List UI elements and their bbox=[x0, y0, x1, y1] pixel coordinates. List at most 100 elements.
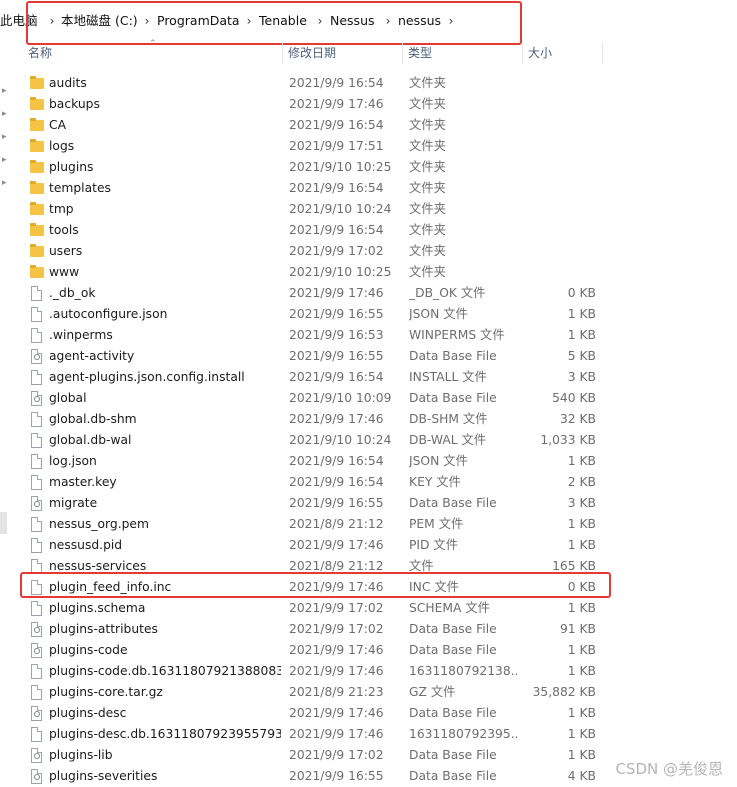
breadcrumb-separator-icon[interactable] bbox=[143, 12, 151, 30]
file-size: 1,033 KB bbox=[540, 433, 596, 447]
file-size: 91 KB bbox=[559, 622, 596, 636]
file-row[interactable]: users 2021/9/9 17:02 文件夹 bbox=[22, 241, 737, 262]
file-modified: 2021/9/9 17:46 bbox=[289, 727, 384, 741]
file-row[interactable]: backups 2021/9/9 17:46 文件夹 bbox=[22, 94, 737, 115]
file-name: plugins.schema bbox=[49, 601, 146, 615]
file-row[interactable]: global.db-shm 2021/9/9 17:46 DB-SHM 文件 32 K… bbox=[22, 409, 737, 430]
file-row[interactable]: CA 2021/9/9 16:54 文件夹 bbox=[22, 115, 737, 136]
breadcrumb-nessus-parent[interactable]: Nessus bbox=[330, 12, 375, 30]
breadcrumb-tenable[interactable]: Tenable bbox=[259, 12, 307, 30]
breadcrumb-programdata[interactable]: ProgramData bbox=[157, 12, 240, 30]
file-row[interactable]: plugins-code.db.16311807921388083... 2021… bbox=[22, 661, 737, 682]
breadcrumb-local-disk[interactable]: 本地磁盘 (C:) bbox=[61, 12, 138, 30]
file-row[interactable]: .autoconfigure.json 2021/9/9 16:55 JSON 文件… bbox=[22, 304, 737, 325]
file-modified: 2021/9/9 17:46 bbox=[289, 643, 384, 657]
file-type: 文件夹 bbox=[409, 202, 446, 216]
file-modified: 2021/9/9 16:54 bbox=[289, 181, 384, 195]
expand-chevron-icon[interactable]: ▸ bbox=[2, 179, 8, 188]
file-row[interactable]: logs 2021/9/9 17:51 文件夹 bbox=[22, 136, 737, 157]
file-row[interactable]: migrate 2021/9/9 16:55 Data Base File 3 KB bbox=[22, 493, 737, 514]
file-name: master.key bbox=[49, 475, 117, 489]
breadcrumb-this-pc[interactable]: 此电脑 bbox=[0, 12, 38, 30]
nav-scrollbar[interactable] bbox=[0, 512, 7, 534]
file-size bbox=[522, 178, 596, 199]
file-row[interactable]: templates 2021/9/9 16:54 文件夹 bbox=[22, 178, 737, 199]
expand-chevron-icon[interactable]: ▸ bbox=[2, 156, 8, 165]
column-size[interactable]: 大小 bbox=[522, 42, 602, 64]
file-row[interactable]: agent-activity 2021/9/9 16:55 Data Base Fi… bbox=[22, 346, 737, 367]
file-icon bbox=[30, 328, 44, 343]
file-row[interactable]: plugins-core.tar.gz 2021/8/9 21:23 GZ 文件 35… bbox=[22, 682, 737, 703]
file-type: DB-SHM 文件 bbox=[409, 412, 488, 426]
folder-icon bbox=[30, 223, 44, 238]
file-row[interactable]: plugins-code 2021/9/9 17:46 Data Base File… bbox=[22, 640, 737, 661]
file-modified: 2021/9/9 16:55 bbox=[289, 307, 384, 321]
file-size bbox=[522, 220, 596, 241]
column-modified[interactable]: 修改日期 bbox=[282, 42, 402, 64]
expand-chevron-icon[interactable]: ▸ bbox=[2, 110, 8, 119]
file-row[interactable]: plugins.schema 2021/9/9 17:02 SCHEMA 文件 1 K… bbox=[22, 598, 737, 619]
file-row[interactable]: nessus_org.pem 2021/8/9 21:12 PEM 文件 1 KB bbox=[22, 514, 737, 535]
folder-icon bbox=[30, 202, 44, 217]
file-row[interactable]: global 2021/9/10 10:09 Data Base File 540 K… bbox=[22, 388, 737, 409]
file-name: tmp bbox=[49, 202, 74, 216]
file-icon bbox=[30, 727, 44, 742]
file-row[interactable]: plugins 2021/9/10 10:25 文件夹 bbox=[22, 157, 737, 178]
file-modified: 2021/9/9 17:46 bbox=[289, 706, 384, 720]
breadcrumb-separator-icon[interactable] bbox=[316, 12, 324, 30]
column-name[interactable]: 名称 bbox=[22, 42, 282, 64]
file-type: 文件 bbox=[409, 559, 434, 573]
file-size: 1 KB bbox=[567, 643, 596, 657]
breadcrumb-nessus-current[interactable]: nessus bbox=[398, 12, 441, 30]
file-row[interactable]: audits 2021/9/9 16:54 文件夹 bbox=[22, 73, 737, 94]
file-name: logs bbox=[49, 139, 75, 153]
file-size bbox=[522, 94, 596, 115]
file-name: www bbox=[49, 265, 80, 279]
file-row[interactable]: tmp 2021/9/10 10:24 文件夹 bbox=[22, 199, 737, 220]
file-type: INSTALL 文件 bbox=[409, 370, 487, 384]
file-row[interactable]: plugin_feed_info.inc 2021/9/9 17:46 INC 文件… bbox=[22, 577, 737, 598]
file-type: PEM 文件 bbox=[409, 517, 464, 531]
column-header: ⌃ 名称 修改日期 类型 大小 bbox=[22, 39, 737, 64]
file-row[interactable]: plugins-desc.db.16311807923955793... 2021… bbox=[22, 724, 737, 745]
file-size: 1 KB bbox=[567, 601, 596, 615]
breadcrumb-separator-icon[interactable] bbox=[447, 12, 455, 30]
file-row[interactable]: nessus-services 2021/8/9 21:12 文件 165 KB bbox=[22, 556, 737, 577]
file-row[interactable]: .winperms 2021/9/9 16:53 WINPERMS 文件 1 KB bbox=[22, 325, 737, 346]
address-bar[interactable]: 此电脑 本地磁盘 (C:) ProgramData Tenable Nessus… bbox=[0, 0, 737, 40]
breadcrumb-separator-icon[interactable] bbox=[48, 12, 56, 30]
file-icon bbox=[30, 601, 44, 616]
file-row[interactable]: master.key 2021/9/9 16:54 KEY 文件 2 KB bbox=[22, 472, 737, 493]
file-row[interactable]: plugins-desc 2021/9/9 17:46 Data Base File… bbox=[22, 703, 737, 724]
file-modified: 2021/9/10 10:24 bbox=[289, 202, 392, 216]
file-modified: 2021/9/9 16:55 bbox=[289, 769, 384, 783]
file-row[interactable]: www 2021/9/10 10:25 文件夹 bbox=[22, 262, 737, 283]
file-row[interactable]: agent-plugins.json.config.install 2021/9/… bbox=[22, 367, 737, 388]
file-size bbox=[522, 241, 596, 262]
file-size bbox=[522, 157, 596, 178]
file-row[interactable]: tools 2021/9/9 16:54 文件夹 bbox=[22, 220, 737, 241]
file-type: INC 文件 bbox=[409, 580, 459, 594]
expand-chevron-icon[interactable]: ▸ bbox=[2, 87, 8, 96]
file-name: nessusd.pid bbox=[49, 538, 123, 552]
file-type: Data Base File bbox=[409, 391, 497, 405]
file-type: 文件夹 bbox=[409, 76, 446, 90]
file-row[interactable]: nessusd.pid 2021/9/9 17:46 PID 文件 1 KB bbox=[22, 535, 737, 556]
file-row[interactable]: log.json 2021/9/9 16:54 JSON 文件 1 KB bbox=[22, 451, 737, 472]
file-row[interactable]: global.db-wal 2021/9/10 10:24 DB-WAL 文件 1,0… bbox=[22, 430, 737, 451]
column-divider[interactable] bbox=[602, 42, 603, 64]
folder-icon bbox=[30, 244, 44, 259]
file-modified: 2021/8/9 21:23 bbox=[289, 685, 384, 699]
file-name: global bbox=[49, 391, 87, 405]
file-size: 1 KB bbox=[567, 727, 596, 741]
breadcrumb-separator-icon[interactable] bbox=[245, 12, 253, 30]
file-name: nessus-services bbox=[49, 559, 147, 573]
column-type[interactable]: 类型 bbox=[402, 42, 522, 64]
file-row[interactable]: ._db_ok 2021/9/9 17:46 _DB_OK 文件 0 KB bbox=[22, 283, 737, 304]
file-icon bbox=[30, 664, 44, 679]
file-size: 1 KB bbox=[567, 664, 596, 678]
file-modified: 2021/9/9 17:02 bbox=[289, 622, 384, 636]
file-row[interactable]: plugins-attributes 2021/9/9 17:02 Data Bas… bbox=[22, 619, 737, 640]
breadcrumb-separator-icon[interactable] bbox=[384, 12, 392, 30]
expand-chevron-icon[interactable]: ▸ bbox=[2, 133, 8, 142]
